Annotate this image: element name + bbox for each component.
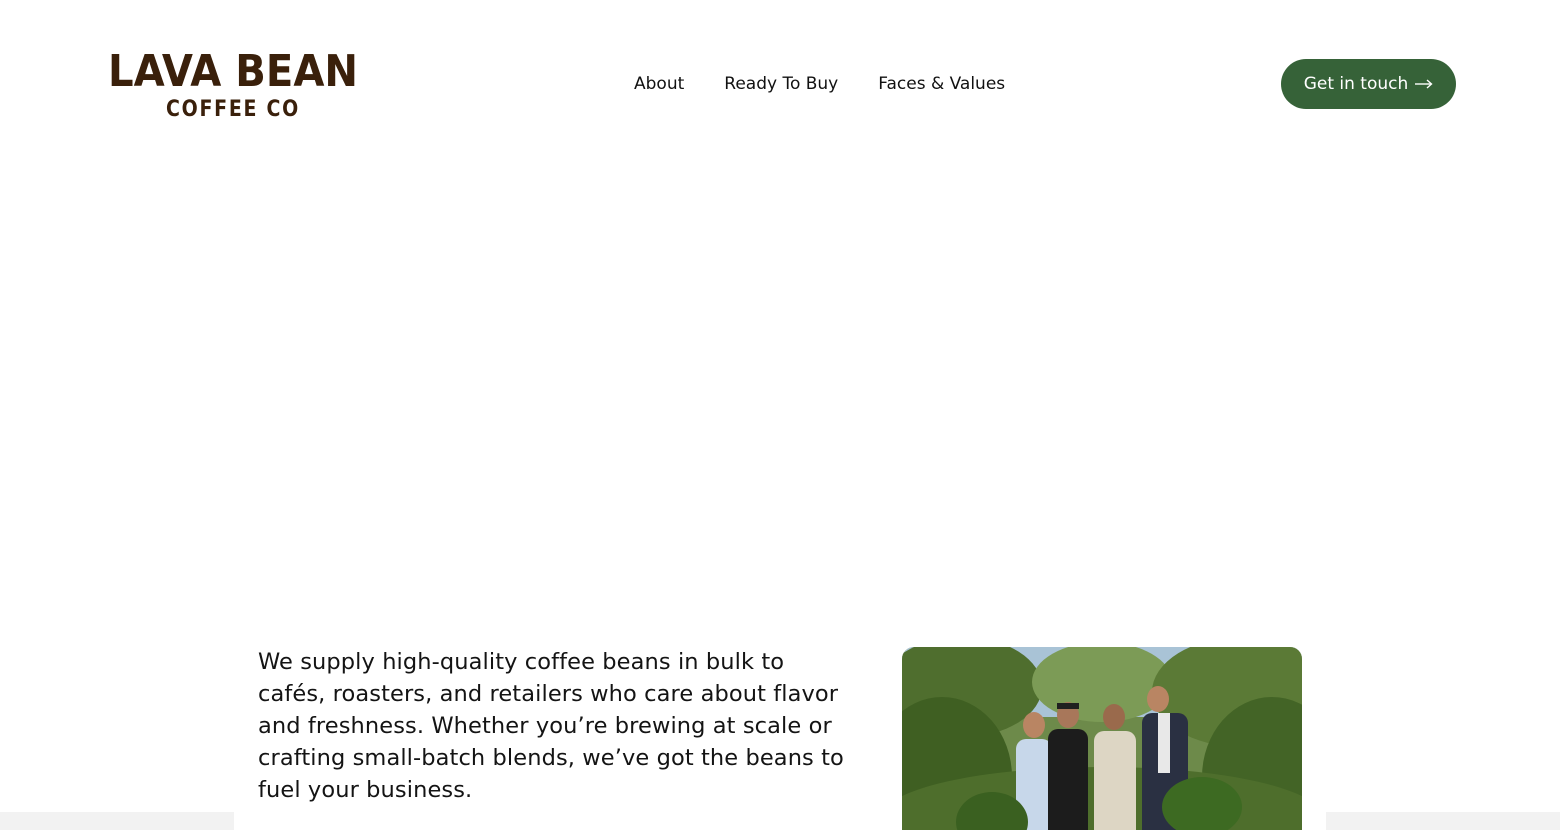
- main-nav: About Ready To Buy Faces & Values: [634, 72, 1005, 96]
- nav-link-about[interactable]: About: [634, 72, 684, 96]
- brand-logo[interactable]: LAVA BEAN COFFEE CO: [106, 46, 360, 122]
- svg-text:COFFEE CO: COFFEE CO: [166, 97, 300, 122]
- get-in-touch-button[interactable]: Get in touch: [1281, 59, 1456, 109]
- nav-link-ready-to-buy[interactable]: Ready To Buy: [724, 72, 838, 96]
- nav-link-faces-values[interactable]: Faces & Values: [878, 72, 1005, 96]
- arrow-right-icon: [1415, 79, 1433, 89]
- section-background-right: [1326, 812, 1560, 830]
- section-background-left: [0, 812, 234, 830]
- get-in-touch-label: Get in touch: [1303, 74, 1409, 94]
- logo-wordmark: LAVA BEAN COFFEE CO: [108, 46, 358, 122]
- page: LAVA BEAN COFFEE CO About Ready To Buy F…: [0, 0, 1560, 830]
- svg-text:LAVA BEAN: LAVA BEAN: [108, 46, 358, 97]
- farm-team-photo: [902, 647, 1302, 830]
- intro-paragraph: We supply high-quality coffee beans in b…: [258, 649, 844, 803]
